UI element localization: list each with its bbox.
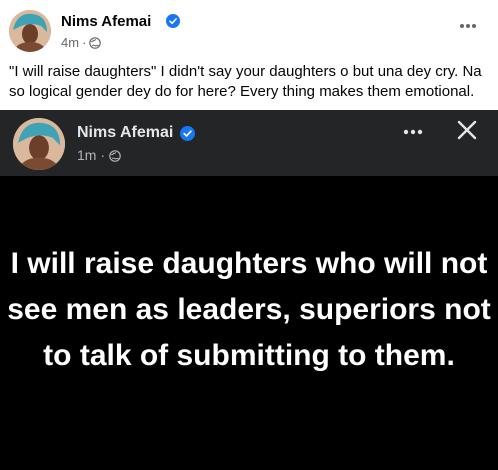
more-options-icon[interactable]: [402, 124, 424, 135]
post-time[interactable]: 4m: [61, 35, 79, 50]
story-text: I will raise daughters who will not see …: [7, 247, 491, 372]
story-author-avatar[interactable]: [13, 118, 65, 170]
globe-icon: [109, 149, 121, 162]
meta-separator: ·: [100, 147, 106, 163]
globe-icon[interactable]: [89, 36, 102, 49]
post-header: Nims Afemai 4m ·: [0, 0, 498, 58]
post-meta: 4m ·: [61, 35, 102, 50]
meta-separator: ·: [82, 35, 87, 50]
verified-badge-icon: [180, 126, 195, 141]
story-author-name[interactable]: Nims Afemai: [77, 124, 173, 142]
close-icon[interactable]: [455, 118, 479, 142]
story-meta: 1m ·: [77, 147, 121, 163]
post-text: "I will raise daughters" I didn't say yo…: [9, 63, 482, 100]
author-avatar[interactable]: [9, 10, 51, 52]
more-options-icon[interactable]: [458, 18, 478, 28]
story-time: 1m: [77, 147, 97, 163]
story-screenshot: Nims Afemai 1m · I will raise daughters …: [0, 110, 498, 470]
verified-badge-icon: [166, 14, 180, 28]
story-header: Nims Afemai 1m ·: [0, 110, 498, 176]
author-name[interactable]: Nims Afemai: [61, 13, 151, 30]
